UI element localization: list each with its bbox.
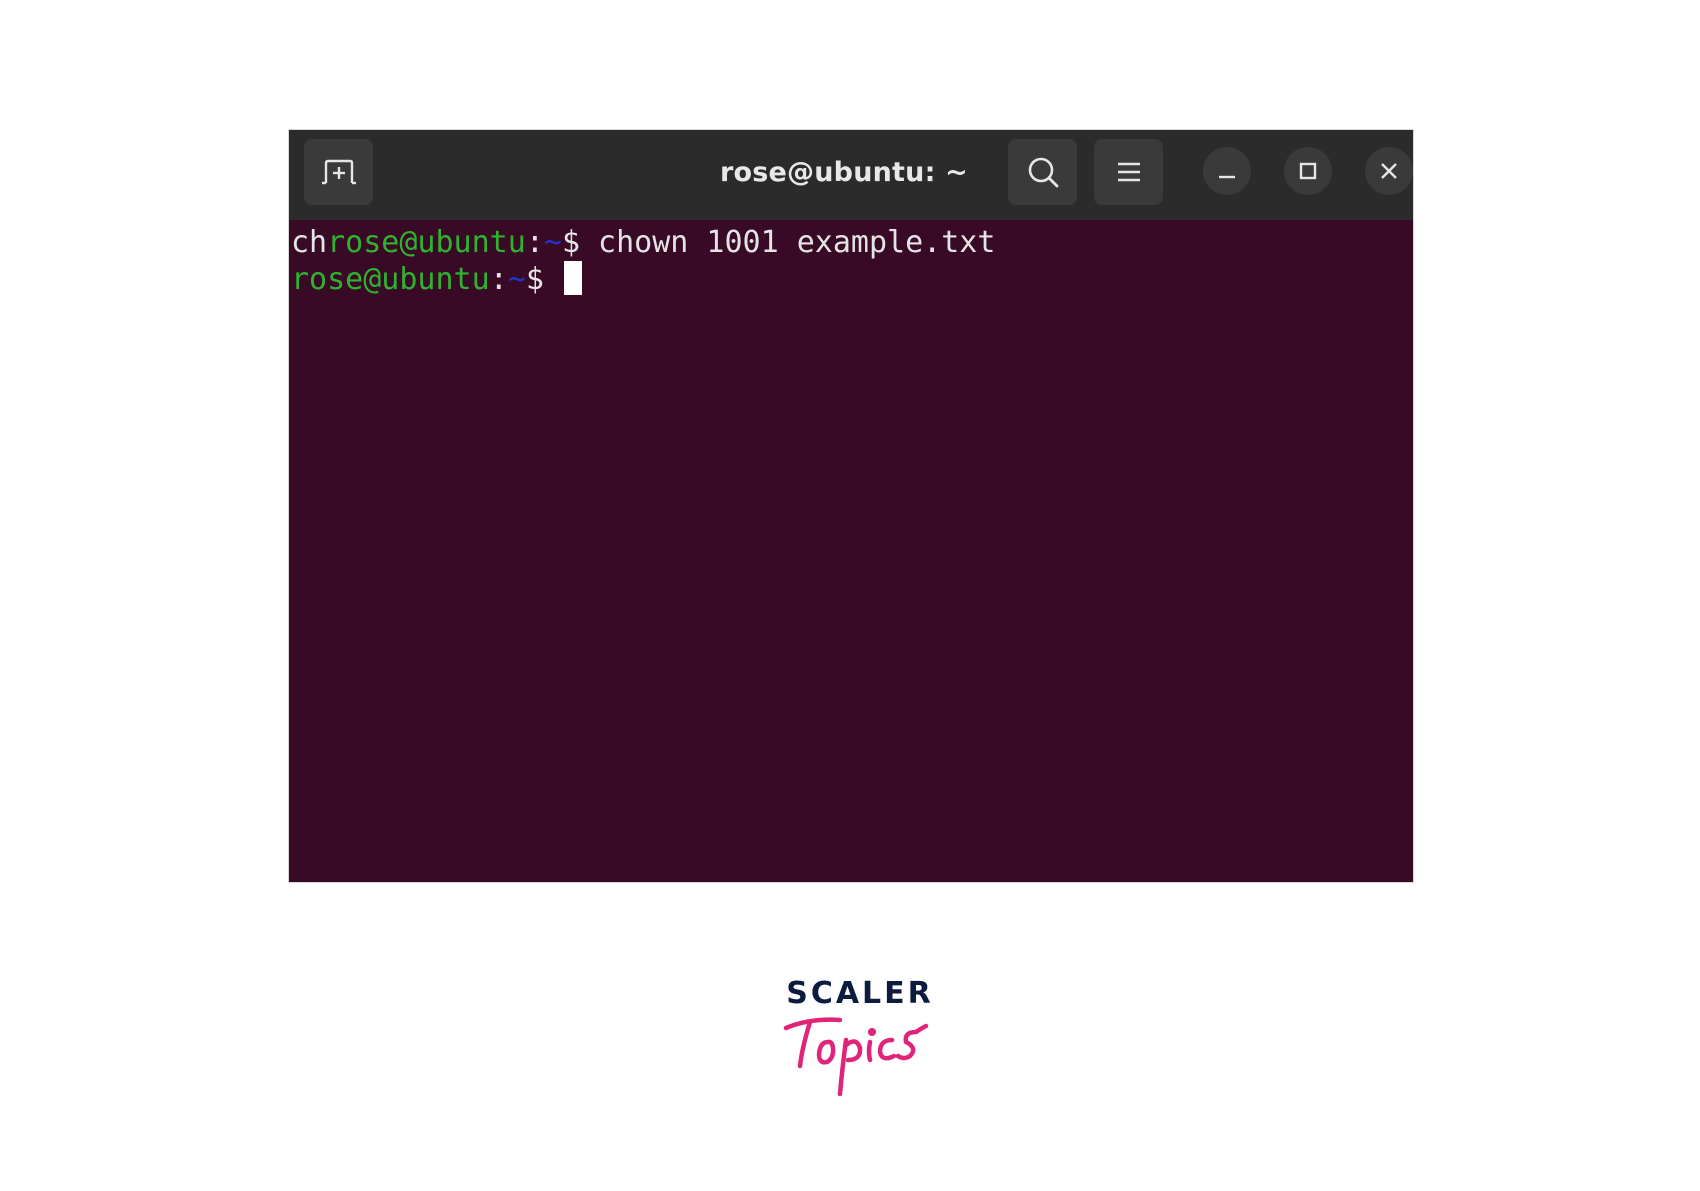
prompt-user-host: rose@ubuntu [327,225,526,260]
terminal-output[interactable]: chrose@ubuntu:~$ chown 1001 example.txt … [291,220,1413,882]
minimize-button[interactable] [1203,147,1251,195]
maximize-button[interactable] [1284,147,1332,195]
prompt-dollar: $ [561,225,580,260]
text-cursor [563,261,582,295]
maximize-icon [1299,162,1317,180]
command-text: chown 1001 example.txt [580,225,996,260]
prompt-dollar: $ [525,262,562,297]
prompt-path: ~ [543,225,562,260]
close-button[interactable] [1365,147,1413,195]
prompt-path: ~ [507,262,526,297]
close-icon [1381,163,1397,179]
prompt-user-host: rose@ubuntu [291,262,490,297]
terminal-window: rose@ubuntu: ~ chrose@ubuntu:~$ chown 10… [289,130,1413,882]
scaler-topics-logo: SCALER [770,970,950,1100]
search-button[interactable] [1008,139,1077,205]
window-title: rose@ubuntu: ~ [720,157,968,188]
terminal-line: chrose@ubuntu:~$ chown 1001 example.txt [291,224,1413,261]
new-tab-button[interactable] [304,139,373,205]
search-icon [1028,157,1058,188]
prompt-colon: : [525,225,544,260]
line-prefix: ch [291,225,328,260]
new-tab-icon [321,159,356,185]
menu-button[interactable] [1094,139,1163,205]
prompt-colon: : [489,262,508,297]
hamburger-menu-icon [1117,162,1140,182]
terminal-line: rose@ubuntu:~$ [291,261,1413,298]
logo-topics-script [783,1017,929,1097]
minimize-icon [1219,175,1235,179]
titlebar: rose@ubuntu: ~ [289,130,1413,220]
